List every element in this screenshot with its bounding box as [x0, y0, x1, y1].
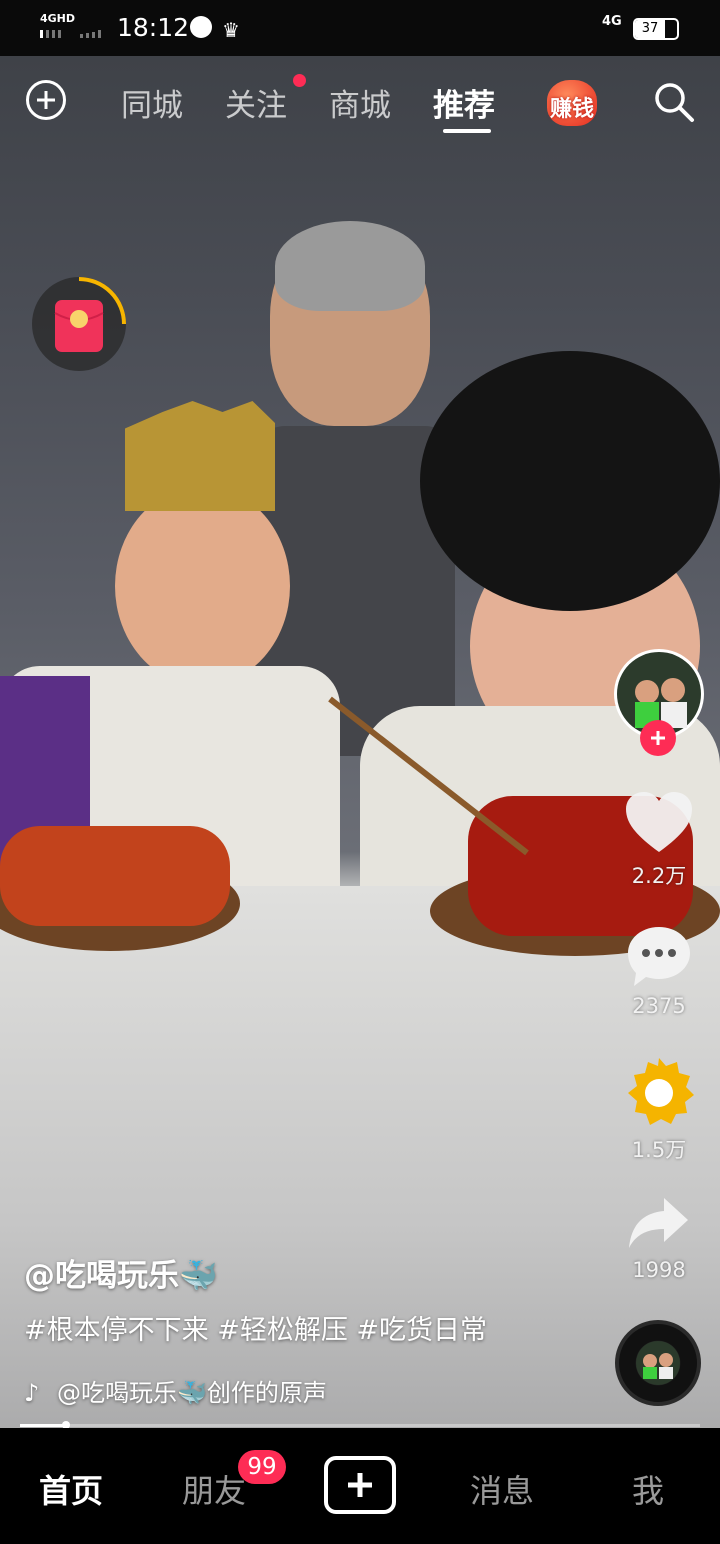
favorite-star-icon	[628, 1058, 694, 1125]
tab-following[interactable]: 关注	[225, 80, 287, 125]
friends-badge: 99	[238, 1450, 286, 1484]
create-post-button[interactable]	[324, 1456, 396, 1514]
tab-messages[interactable]: 消息	[470, 1466, 534, 1512]
follow-plus-button[interactable]	[640, 720, 676, 756]
like-count: 2.2万	[631, 864, 687, 888]
scene-afro	[420, 351, 720, 611]
earn-money-label: 赚钱	[549, 97, 594, 122]
add-circle-icon[interactable]	[26, 80, 66, 120]
music-title: @吃喝玩乐🐳创作的原声	[56, 1379, 327, 1407]
tab-recommended[interactable]: 推荐	[433, 80, 495, 125]
active-tab-indicator	[443, 129, 491, 133]
battery-icon: 37	[633, 18, 679, 40]
share-count: 1998	[632, 1258, 686, 1282]
status-time: 18:12	[117, 13, 190, 42]
tab-home[interactable]: 首页	[39, 1466, 103, 1512]
disc-cover-image	[636, 1341, 680, 1385]
scene-figure-left	[115, 486, 290, 686]
following-notification-dot	[293, 74, 306, 87]
earn-money-button[interactable]: 赚钱	[543, 74, 601, 128]
top-nav: 同城 关注 商城 推荐 赚钱	[0, 56, 720, 146]
tab-friends[interactable]: 朋友	[182, 1466, 246, 1512]
scene-crown	[125, 401, 275, 511]
crown-icon: ♛	[222, 18, 240, 42]
like-button[interactable]: 2.2万	[610, 790, 708, 890]
tab-mall[interactable]: 商城	[329, 80, 391, 125]
plus-icon	[651, 731, 665, 745]
video-progress-fill	[20, 1424, 66, 1427]
share-arrow-icon	[629, 1198, 688, 1248]
tab-me[interactable]: 我	[632, 1466, 664, 1512]
creator-avatar-group[interactable]	[610, 646, 708, 760]
search-icon[interactable]	[652, 80, 696, 124]
battery-level: 37	[635, 20, 665, 38]
signal-icon	[40, 30, 101, 38]
scene-hair-grey	[275, 221, 425, 311]
network-label-right: 4G	[602, 14, 622, 29]
music-note-icon: ♪	[24, 1379, 40, 1407]
status-bar: 4GHD 18:12 ♛ 4G 37	[0, 0, 720, 56]
scene-food-left	[0, 826, 230, 926]
favorite-button[interactable]: 1.5万	[610, 1056, 708, 1164]
video-progress-bar[interactable]	[20, 1421, 700, 1429]
tab-same-city[interactable]: 同城	[121, 80, 183, 125]
music-disc[interactable]	[615, 1320, 701, 1406]
heart-icon	[626, 792, 692, 852]
red-envelope-timer-icon[interactable]	[30, 275, 128, 373]
author-name[interactable]: @吃喝玩乐🐳	[24, 1250, 218, 1295]
music-info[interactable]: ♪ @吃喝玩乐🐳创作的原声	[24, 1373, 327, 1408]
comment-icon	[628, 927, 690, 986]
comment-count: 2375	[632, 994, 686, 1018]
comment-button[interactable]: 2375	[610, 924, 708, 1018]
share-button[interactable]: 1998	[610, 1194, 708, 1282]
speed-gauge-icon	[190, 16, 212, 38]
favorite-count: 1.5万	[631, 1138, 687, 1162]
video-hashtags[interactable]: #根本停不下来 #轻松解压 #吃货日常	[24, 1308, 487, 1347]
network-label-left: 4GHD	[40, 12, 76, 25]
bottom-tab-bar: 首页 朋友 99 消息 我	[0, 1428, 720, 1544]
